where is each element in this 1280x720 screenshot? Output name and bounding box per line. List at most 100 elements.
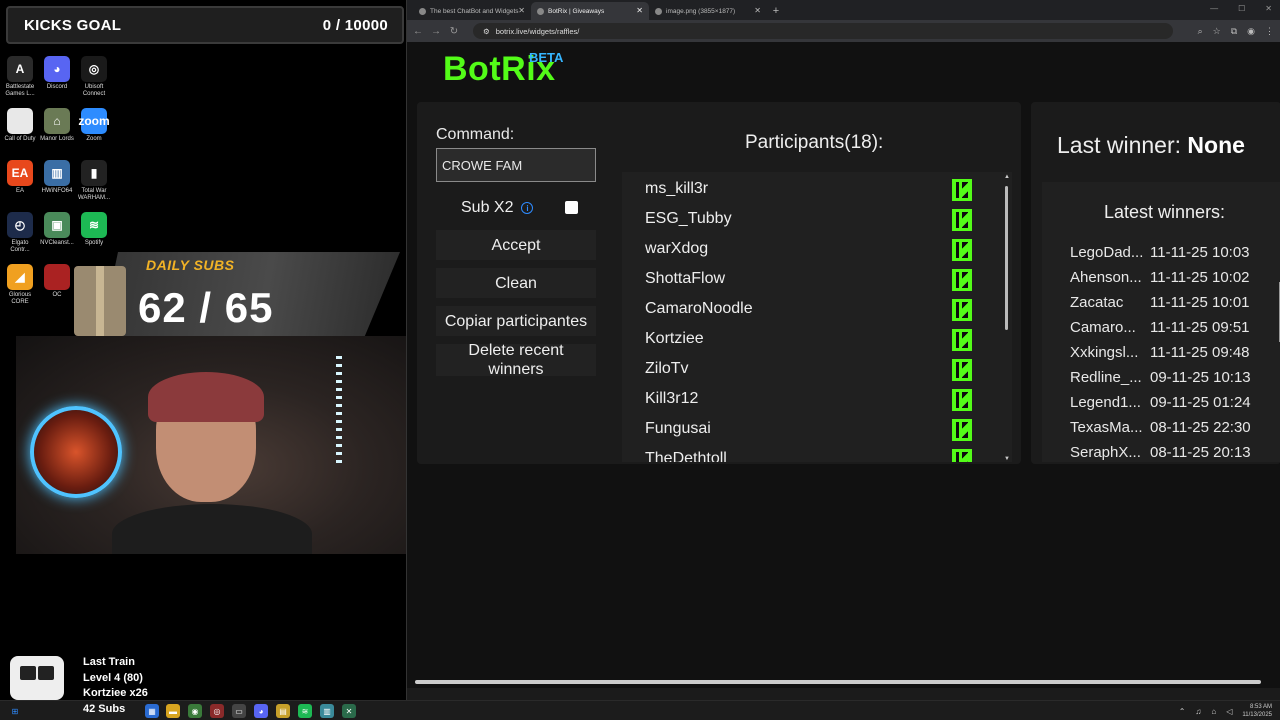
bookmark-star-icon[interactable]: ☆ [1213, 26, 1221, 37]
participant-row[interactable]: TheDethtoll [622, 444, 1002, 462]
ea-icon: EA [7, 160, 33, 186]
winner-name: Legend1... [1070, 394, 1141, 411]
participant-row[interactable]: ZiloTv [622, 354, 1002, 384]
close-window-icon[interactable]: ✕ [1265, 4, 1272, 13]
latest-winners-list[interactable]: Latest winners: LegoDad... 11-11-25 10:03… [1042, 182, 1280, 462]
notes-taskbar-icon[interactable]: ▤ [276, 704, 290, 718]
desktop-shortcut[interactable]: zoom Zoom [76, 108, 112, 143]
sub-x2-label: Sub X2 [461, 199, 514, 216]
app2-taskbar-icon[interactable]: ▥ [320, 704, 334, 718]
maximize-icon[interactable]: ☐ [1238, 4, 1245, 13]
ubisoft-icon: ◎ [81, 56, 107, 82]
toolbar-icons: ⌕ ☆ ⧉ ◉ ⋮ [1198, 26, 1274, 37]
folder-taskbar-icon[interactable]: ▬ [166, 704, 180, 718]
desktop-shortcut-label: Glorious CORE [8, 292, 32, 305]
desktop-shortcut[interactable]: ◎ Ubisoft Connect [76, 56, 112, 98]
minimize-icon[interactable]: — [1210, 4, 1218, 13]
terminal-taskbar-icon[interactable]: ▭ [232, 704, 246, 718]
screen: KICKS GOAL 0 / 10000 A Battlestate Games … [0, 0, 1280, 720]
participant-name: TheDethtoll [645, 450, 727, 462]
chevron-up-icon[interactable]: ⌃ [1179, 707, 1186, 716]
desktop-shortcut[interactable]: ▣ NVCleanst... [39, 212, 75, 247]
participant-row[interactable]: ESG_Tubby [622, 204, 1002, 234]
participants-list[interactable]: ▲ ▼ ms_kill3r ESG_Tubby warXdog ShottaFlow C… [622, 172, 1012, 462]
tab-giveaways[interactable]: BotRix | Giveaways ✕ [531, 2, 649, 20]
back-icon[interactable]: ← [413, 26, 423, 37]
participants-scrollbar[interactable]: ▲ ▼ [1004, 174, 1011, 462]
reload-icon[interactable]: ↻ [449, 26, 459, 37]
scroll-thumb[interactable] [1005, 186, 1008, 330]
manor-lords-icon: ⌂ [44, 108, 70, 134]
last-winner: Last winner: None [1057, 132, 1245, 159]
site-info-icon[interactable]: ⚙ [483, 27, 490, 36]
new-tab-button[interactable]: + [767, 2, 785, 20]
desktop-shortcut[interactable]: ▮ Total War WARHAM... [76, 160, 112, 202]
participant-row[interactable]: warXdog [622, 234, 1002, 264]
file-explorer-taskbar-icon[interactable]: ▦ [145, 704, 159, 718]
copy-participants-button[interactable]: Copiar participantes [436, 306, 596, 336]
desktop-shortcut[interactable]: ≋ Spotify [76, 212, 112, 247]
participant-name: ShottaFlow [645, 270, 726, 287]
hype-train-widget: Last Train Level 4 (80) Kortziee x26 [10, 654, 190, 700]
scroll-down-icon[interactable]: ▼ [1004, 456, 1010, 462]
close-icon[interactable]: ✕ [754, 6, 761, 15]
extensions-icon[interactable]: ⧉ [1231, 26, 1237, 37]
desktop-shortcut[interactable]: ◢ Glorious CORE [2, 264, 38, 306]
elgato-icon: ◴ [7, 212, 33, 238]
horizontal-scroll-thumb[interactable] [415, 680, 1261, 684]
mic-icon[interactable]: ♫ [1195, 707, 1201, 716]
winner-name: Ahenson... [1070, 269, 1142, 286]
info-icon[interactable]: i [521, 202, 534, 214]
participant-row[interactable]: Kortziee [622, 324, 1002, 354]
address-bar[interactable]: ⚙ botrix.live/widgets/raffles/ [473, 23, 1173, 39]
desktop-shortcut[interactable]: EA EA [2, 160, 38, 195]
command-input[interactable] [436, 148, 596, 182]
last-winner-value: None [1187, 132, 1245, 158]
desktop-shortcut[interactable]: ◕ Discord [39, 56, 75, 91]
desktop-shortcut[interactable]: Call of Duty [2, 108, 38, 143]
close-icon[interactable]: ✕ [636, 6, 643, 15]
zoom-icon[interactable]: ⌕ [1198, 26, 1203, 37]
kick-logo-icon [952, 449, 972, 462]
clock-time: 8:53 AM [1249, 704, 1272, 710]
desktop-shortcut-label: Discord [46, 84, 68, 90]
desktop-shortcut[interactable]: ▥ HWiNFO64 [39, 160, 75, 195]
desktop-shortcut[interactable]: A Battlestate Games L... [2, 56, 38, 98]
sub-x2-checkbox[interactable] [565, 201, 578, 214]
tab-image[interactable]: image.png (3855×1877) ✕ [649, 2, 767, 20]
beta-badge: BETA [529, 50, 564, 65]
forward-icon[interactable]: → [431, 26, 441, 37]
clean-button[interactable]: Clean [436, 268, 596, 298]
clock[interactable]: 8:53 AM 11/13/2025 [1242, 703, 1272, 719]
discord-taskbar-icon[interactable]: ◕ [254, 704, 268, 718]
kick-logo-icon [952, 269, 972, 291]
tab-chatbot[interactable]: The best ChatBot and Widgets ✕ [413, 2, 531, 20]
network-icon[interactable]: ⌂ [1211, 707, 1216, 716]
kick-logo-icon [952, 359, 972, 381]
participant-row[interactable]: Kill3r12 [622, 384, 1002, 414]
desktop-shortcut-label: HWiNFO64 [41, 188, 73, 194]
delete-recent-winners-button[interactable]: Delete recent winners [436, 342, 596, 378]
volume-icon[interactable]: ◁ [1226, 707, 1232, 716]
spotify-taskbar-icon[interactable]: ≋ [298, 704, 312, 718]
app-taskbar-icon[interactable]: ◎ [210, 704, 224, 718]
profile-icon[interactable]: ◉ [1247, 26, 1255, 37]
participant-row[interactable]: ShottaFlow [622, 264, 1002, 294]
chrome-taskbar-icon[interactable]: ◉ [188, 704, 202, 718]
accept-button[interactable]: Accept [436, 230, 596, 260]
scroll-up-icon[interactable]: ▲ [1004, 174, 1010, 180]
app3-taskbar-icon[interactable]: ✕ [342, 704, 356, 718]
horizontal-scrollbar[interactable] [407, 676, 1280, 688]
desktop-shortcut-label: Spotify [84, 240, 104, 246]
desktop-shortcut[interactable]: ◴ Elgato Contr... [2, 212, 38, 254]
participant-row[interactable]: CamaroNoodle [622, 294, 1002, 324]
participant-row[interactable]: ms_kill3r [622, 174, 1002, 204]
close-icon[interactable]: ✕ [518, 6, 525, 15]
desktop-shortcut-label: Zoom [86, 136, 102, 142]
desktop-shortcut[interactable]: ⌂ Manor Lords [39, 108, 75, 143]
taskbar: ⊞ 42 Subs ▦ ▬ ◉ ◎ ▭ ◕ ▤ ≋ ▥ ✕ ⌃ ♫ ⌂ ◁ 8:… [0, 700, 1280, 720]
windows-start-icon[interactable]: ⊞ [8, 704, 22, 718]
menu-icon[interactable]: ⋮ [1265, 26, 1274, 37]
train-icon [10, 656, 64, 700]
participant-row[interactable]: Fungusai [622, 414, 1002, 444]
